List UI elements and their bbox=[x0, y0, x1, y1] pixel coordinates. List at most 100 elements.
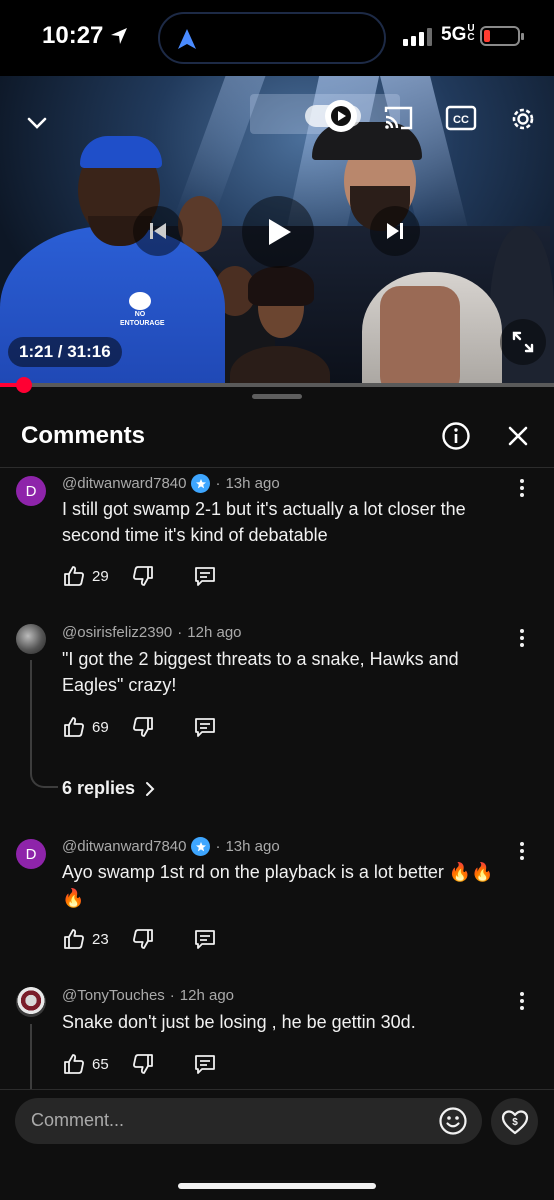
comment-actions: 29 bbox=[62, 564, 217, 588]
dislike-button[interactable] bbox=[131, 1052, 155, 1076]
thumbs-up-icon bbox=[64, 1054, 84, 1074]
dynamic-island[interactable] bbox=[158, 12, 386, 64]
svg-text:$: $ bbox=[512, 1117, 518, 1128]
comment-meta: @ditwanward7840 · 13h ago bbox=[62, 474, 280, 493]
reply-button[interactable] bbox=[193, 564, 217, 588]
autoplay-toggle[interactable] bbox=[305, 100, 365, 132]
more-vert-icon[interactable] bbox=[514, 989, 530, 1013]
more-vert-icon[interactable] bbox=[514, 839, 530, 863]
avatar[interactable]: D bbox=[16, 476, 46, 506]
avatar[interactable] bbox=[16, 987, 46, 1017]
reply-icon bbox=[194, 718, 215, 737]
like-button[interactable]: 65 bbox=[62, 1052, 109, 1076]
comment-author[interactable]: @ditwanward7840 bbox=[62, 475, 186, 492]
cast-button[interactable] bbox=[383, 102, 415, 134]
verified-badge-icon bbox=[191, 837, 211, 856]
info-icon bbox=[442, 422, 470, 450]
comment-text: "I got the 2 biggest threats to a snake,… bbox=[62, 649, 459, 695]
super-thanks-icon: $ bbox=[501, 1109, 528, 1134]
location-arrow-icon bbox=[111, 28, 128, 44]
like-button[interactable]: 69 bbox=[62, 715, 109, 739]
avatar[interactable]: D bbox=[16, 839, 46, 869]
thumbs-down-icon bbox=[132, 566, 153, 586]
reply-button[interactable] bbox=[193, 1052, 217, 1076]
like-count: 65 bbox=[92, 1055, 109, 1073]
cast-icon bbox=[384, 106, 413, 130]
thumbs-up-icon bbox=[64, 929, 84, 949]
time-text: 10:27 bbox=[42, 22, 104, 49]
thumbs-down-icon bbox=[132, 1054, 153, 1074]
fullscreen-icon bbox=[512, 331, 534, 353]
like-count: 69 bbox=[92, 718, 109, 736]
comment-actions: 65 bbox=[62, 1052, 217, 1076]
emoji-icon bbox=[439, 1107, 467, 1135]
network-sub: UC bbox=[467, 23, 475, 43]
header-divider bbox=[0, 467, 554, 468]
progress-scrubber[interactable] bbox=[15, 377, 32, 393]
more-vert-icon[interactable] bbox=[514, 626, 530, 650]
battery-icon bbox=[480, 26, 524, 46]
chevron-down-icon bbox=[27, 117, 47, 129]
super-thanks-button[interactable]: $ bbox=[491, 1098, 538, 1145]
home-indicator[interactable] bbox=[178, 1183, 376, 1189]
avatar[interactable] bbox=[16, 624, 46, 654]
comment-author[interactable]: @ditwanward7840 bbox=[62, 838, 186, 855]
svg-text:CC: CC bbox=[453, 114, 469, 126]
thread-line bbox=[30, 660, 58, 788]
navigation-arrow-icon bbox=[178, 29, 196, 49]
comment-text: Ayo swamp 1st rd on the playback is a lo… bbox=[62, 862, 494, 908]
comment-actions: 23 bbox=[62, 927, 217, 951]
previous-icon bbox=[150, 223, 166, 239]
sweatshirt-logo: NO ENTOURAGE bbox=[120, 292, 165, 336]
reply-button[interactable] bbox=[193, 927, 217, 951]
captions-icon: CC bbox=[445, 105, 477, 131]
comment-placeholder: Comment... bbox=[31, 1110, 125, 1130]
thread-line bbox=[30, 1024, 32, 1090]
thumbs-down-icon bbox=[132, 717, 153, 737]
comment-time: 13h ago bbox=[225, 475, 280, 492]
more-vert-icon[interactable] bbox=[514, 476, 530, 500]
info-button[interactable] bbox=[438, 418, 474, 454]
comment-time: 13h ago bbox=[225, 838, 280, 855]
comment-meta: @osirisfeliz2390 · 12h ago bbox=[62, 624, 242, 641]
dislike-button[interactable] bbox=[131, 927, 155, 951]
status-time: 10:27 bbox=[42, 22, 129, 50]
comment-text: Snake don't just be losing , he be getti… bbox=[62, 1012, 416, 1032]
cell-signal-icon bbox=[403, 28, 432, 46]
fullscreen-button[interactable] bbox=[500, 319, 546, 365]
close-icon bbox=[508, 426, 528, 446]
reply-button[interactable] bbox=[193, 715, 217, 739]
network-type: 5GUC bbox=[441, 23, 475, 46]
minimize-button[interactable] bbox=[24, 110, 50, 136]
emoji-button[interactable] bbox=[438, 1106, 468, 1141]
next-button[interactable] bbox=[370, 206, 420, 256]
progress-bar[interactable] bbox=[0, 377, 554, 393]
dislike-button[interactable] bbox=[131, 564, 155, 588]
like-button[interactable]: 29 bbox=[62, 564, 109, 588]
captions-button[interactable]: CC bbox=[444, 102, 478, 134]
comment-author[interactable]: @osirisfeliz2390 bbox=[62, 624, 172, 641]
comment-actions: 69 bbox=[62, 715, 217, 739]
like-button[interactable]: 23 bbox=[62, 927, 109, 951]
settings-button[interactable] bbox=[506, 102, 540, 136]
chevron-right-icon bbox=[146, 781, 155, 796]
like-count: 29 bbox=[92, 567, 109, 585]
comment-input[interactable]: Comment... bbox=[15, 1098, 482, 1144]
comment-meta: @TonyTouches · 12h ago bbox=[62, 987, 235, 1004]
dislike-button[interactable] bbox=[131, 715, 155, 739]
drag-handle[interactable] bbox=[252, 394, 302, 399]
previous-button[interactable] bbox=[133, 206, 183, 256]
reply-icon bbox=[194, 1055, 215, 1074]
settings-gear-icon bbox=[512, 108, 534, 130]
thumbs-up-icon bbox=[64, 717, 84, 737]
comment-author[interactable]: @TonyTouches bbox=[62, 987, 165, 1004]
comment-text: I still got swamp 2-1 but it's actually … bbox=[62, 499, 466, 545]
comment-meta: @ditwanward7840 · 13h ago bbox=[62, 837, 280, 856]
close-button[interactable] bbox=[500, 418, 536, 454]
comment-time: 12h ago bbox=[187, 624, 242, 641]
play-button[interactable] bbox=[242, 196, 314, 268]
view-replies-button[interactable]: 6 replies bbox=[62, 778, 155, 799]
comment-time: 12h ago bbox=[179, 987, 235, 1004]
autoplay-icon bbox=[331, 106, 351, 126]
thumbs-up-icon bbox=[64, 566, 84, 586]
